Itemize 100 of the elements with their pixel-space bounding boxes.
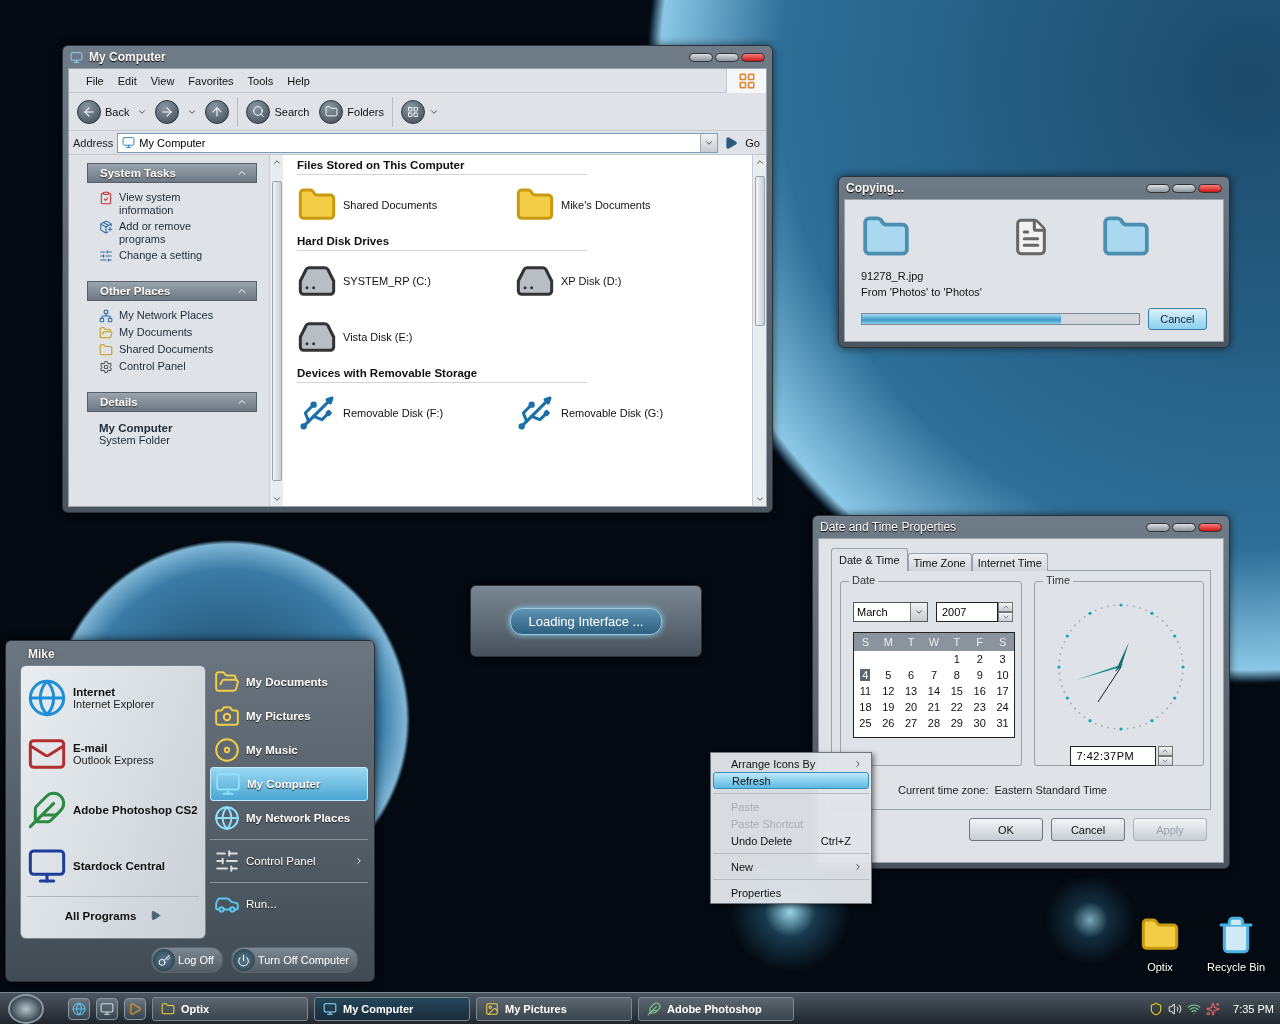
scroll-up-icon[interactable] bbox=[271, 157, 282, 167]
go-button[interactable]: Go bbox=[722, 133, 762, 152]
taskbar-button[interactable]: Adobe Photoshop bbox=[638, 996, 794, 1021]
calendar-day[interactable]: 22 bbox=[948, 701, 965, 713]
menu-item[interactable]: Properties bbox=[713, 884, 869, 901]
menu-item[interactable]: Tools bbox=[240, 72, 281, 89]
task-link[interactable]: Add or remove programs bbox=[119, 220, 227, 246]
calendar-day[interactable]: 3 bbox=[997, 653, 1008, 665]
spin-up-button[interactable] bbox=[1157, 746, 1173, 756]
calendar-day[interactable]: 11 bbox=[857, 685, 874, 697]
calendar-day[interactable]: 13 bbox=[903, 685, 920, 697]
scrollbar[interactable] bbox=[269, 155, 283, 506]
item-label[interactable]: Removable Disk (G:) bbox=[561, 407, 664, 419]
month-dropdown[interactable]: March bbox=[853, 602, 928, 622]
feather-icon[interactable] bbox=[27, 790, 67, 830]
cancel-button[interactable]: Cancel bbox=[1147, 308, 1207, 330]
minimize-button[interactable] bbox=[689, 52, 713, 62]
maximize-button[interactable] bbox=[1172, 183, 1196, 193]
calendar-day[interactable]: 18 bbox=[857, 701, 874, 713]
start-menu-item[interactable]: My Music bbox=[210, 733, 368, 767]
tab[interactable]: Date & Time bbox=[831, 548, 908, 571]
close-button[interactable] bbox=[741, 52, 765, 62]
task-link[interactable]: View system information bbox=[119, 191, 227, 217]
start-menu-item[interactable]: Control Panel bbox=[210, 844, 368, 878]
calendar-day[interactable]: 19 bbox=[880, 701, 897, 713]
menu-item[interactable]: Arrange Icons By bbox=[713, 755, 869, 772]
quick-launch-button[interactable] bbox=[96, 997, 118, 1020]
calendar-day[interactable]: 8 bbox=[951, 669, 962, 681]
calendar-day[interactable]: 25 bbox=[857, 717, 874, 729]
year-field[interactable]: 2007 bbox=[936, 602, 998, 622]
calendar-day[interactable]: 14 bbox=[925, 685, 943, 697]
calendar-day[interactable]: 21 bbox=[925, 701, 943, 713]
spin-down-button[interactable] bbox=[998, 612, 1013, 622]
desktop-icon-label[interactable]: Optix bbox=[1147, 961, 1173, 973]
menu-item[interactable]: New bbox=[713, 858, 869, 875]
calendar-day[interactable]: 29 bbox=[948, 717, 965, 729]
menu-item[interactable]: View bbox=[143, 72, 182, 89]
start-menu-item[interactable]: My Documents bbox=[210, 665, 368, 699]
start-menu-item[interactable]: Run... bbox=[210, 887, 368, 921]
program-name[interactable]: Adobe Photoshop CS2 bbox=[73, 804, 198, 816]
calendar-day[interactable]: 17 bbox=[994, 685, 1011, 697]
item-label[interactable]: Removable Disk (F:) bbox=[343, 407, 444, 419]
scrollbar[interactable] bbox=[752, 155, 766, 506]
minimize-button[interactable] bbox=[1146, 183, 1170, 193]
scroll-down-icon[interactable] bbox=[754, 494, 765, 504]
desktop-icon-label[interactable]: Recycle Bin bbox=[1206, 961, 1266, 973]
calendar-day[interactable]: 10 bbox=[994, 669, 1011, 681]
calendar-day[interactable]: 31 bbox=[994, 717, 1011, 729]
taskbar-button[interactable]: My Pictures bbox=[476, 996, 632, 1021]
task-link[interactable]: Change a setting bbox=[119, 249, 203, 262]
calendar-day[interactable]: 16 bbox=[971, 685, 988, 697]
quick-launch-button[interactable] bbox=[124, 997, 146, 1020]
close-button[interactable] bbox=[1198, 183, 1222, 193]
all-programs-link[interactable]: All Programs bbox=[64, 909, 137, 922]
calendar-day[interactable]: 12 bbox=[880, 685, 897, 697]
taskbar-button[interactable]: Optix bbox=[152, 996, 308, 1021]
turn-off-button[interactable]: Turn Off Computer bbox=[230, 947, 358, 973]
spin-down-button[interactable] bbox=[1157, 756, 1173, 766]
quick-launch-button[interactable] bbox=[68, 997, 90, 1020]
calendar-day[interactable]: 9 bbox=[974, 669, 985, 681]
network-icon[interactable] bbox=[1187, 1001, 1202, 1016]
speaker-icon[interactable] bbox=[1168, 1001, 1183, 1016]
program-name[interactable]: E-mail bbox=[73, 742, 154, 754]
item-label[interactable]: Vista Disk (E:) bbox=[343, 331, 413, 343]
search-button[interactable]: Search bbox=[244, 97, 312, 126]
log-off-button[interactable]: Log Off bbox=[151, 947, 223, 973]
tab[interactable]: Internet Time bbox=[971, 553, 1048, 571]
menu-item[interactable]: Refresh bbox=[713, 772, 869, 789]
shield-icon[interactable] bbox=[1149, 1001, 1164, 1016]
calendar-day[interactable]: 27 bbox=[903, 717, 920, 729]
scroll-up-icon[interactable] bbox=[754, 157, 765, 167]
calendar-day[interactable]: 20 bbox=[903, 701, 920, 713]
menu-item[interactable]: Edit bbox=[110, 72, 144, 89]
program-name[interactable]: Stardock Central bbox=[73, 860, 166, 872]
back-button[interactable]: Back bbox=[75, 97, 132, 126]
calendar-day[interactable]: 28 bbox=[925, 717, 943, 729]
menu-item[interactable]: Favorites bbox=[181, 72, 241, 89]
menu-item[interactable]: File bbox=[79, 72, 111, 89]
calendar-day[interactable]: 30 bbox=[971, 717, 988, 729]
sparkle-icon[interactable] bbox=[1206, 1001, 1221, 1016]
dialog-button[interactable]: OK bbox=[969, 818, 1043, 841]
calendar-day[interactable]: 5 bbox=[883, 669, 894, 681]
task-link[interactable]: Control Panel bbox=[119, 360, 186, 373]
scroll-down-icon[interactable] bbox=[271, 494, 282, 504]
tab[interactable]: Time Zone bbox=[907, 553, 972, 571]
start-menu-item[interactable]: My Network Places bbox=[210, 801, 368, 835]
program-name[interactable]: Internet bbox=[73, 686, 155, 698]
address-field[interactable]: My Computer bbox=[117, 132, 719, 153]
item-label[interactable]: XP Disk (D:) bbox=[561, 275, 622, 287]
maximize-button[interactable] bbox=[1172, 522, 1196, 532]
start-button[interactable] bbox=[8, 993, 44, 1024]
item-label[interactable]: Mike's Documents bbox=[561, 199, 651, 211]
calendar-day[interactable]: 7 bbox=[928, 669, 940, 681]
task-link[interactable]: My Documents bbox=[119, 326, 193, 339]
minimize-button[interactable] bbox=[1146, 522, 1170, 532]
calendar-day[interactable]: 1 bbox=[951, 653, 962, 665]
calendar-day[interactable]: 6 bbox=[906, 669, 917, 681]
spin-up-button[interactable] bbox=[998, 602, 1013, 612]
calendar-day[interactable]: 2 bbox=[974, 653, 985, 665]
calendar-day[interactable]: 24 bbox=[994, 701, 1011, 713]
